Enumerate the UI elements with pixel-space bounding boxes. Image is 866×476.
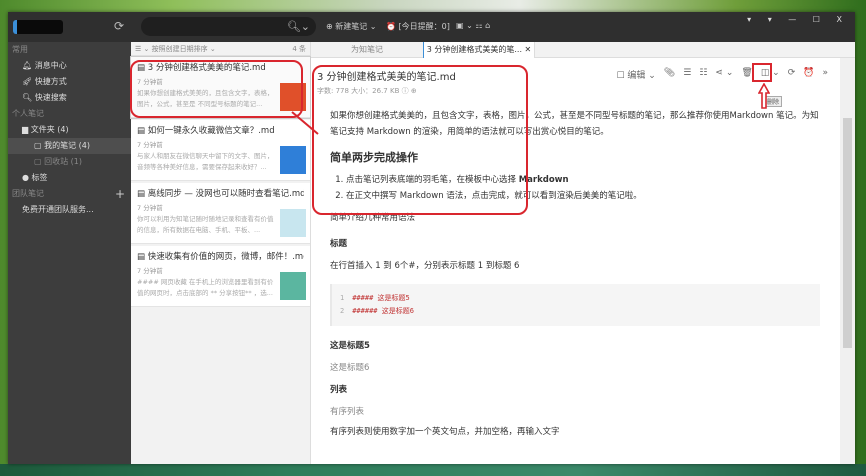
note-thumbnail [280, 209, 306, 237]
up-arrow-icon [758, 83, 770, 109]
sidebar-item-quick-search[interactable]: 🔍︎ 快速搜索 [8, 90, 131, 106]
note-toolbar: ☐ 编辑 ⌄ 📎︎ ☰ ☷ ⋖ ⌄ 🗑︎ ◫ ⌄ ⟳ ⏰ » [616, 68, 828, 81]
desktop-taskbar-area [0, 464, 866, 476]
code-block: 1 ##### 这是标题5 2 ###### 这是标题6 [330, 284, 820, 326]
annotation-line [291, 111, 319, 135]
sidebar-item-my-notes[interactable]: ▢ 我的笔记 (4) [8, 138, 131, 154]
search-input[interactable]: 🔍︎⌄ [141, 17, 316, 36]
tab-wiz-notes[interactable]: 为知笔记 [311, 42, 423, 58]
heading-6-sample: 这是标题6 [330, 363, 370, 373]
section-common: 常用 [12, 45, 28, 54]
tab-current-note[interactable]: 3 分钟创建格式美美的笔... ✕ [423, 42, 535, 58]
highlight-note-content [312, 65, 528, 215]
heading-5-sample: 这是标题5 [330, 341, 370, 351]
code-text: ###### 这是标题6 [352, 307, 414, 315]
reminder-icon[interactable]: ⏰ [803, 68, 814, 81]
note-count: 4 条 [292, 45, 306, 53]
more-icon[interactable]: » [822, 68, 828, 81]
tab-bar: 为知笔记 3 分钟创建格式美美的笔... ✕ [311, 42, 855, 58]
section-team: 团队笔记 + [8, 186, 131, 202]
highlight-delete [752, 63, 772, 82]
note-item-time: 7 分钟前 [137, 141, 163, 149]
note-item-time: 7 分钟前 [137, 267, 163, 275]
heading-desc: 在行首插入 1 到 6个#，分别表示标题 1 到标题 6 [330, 261, 520, 271]
highlight-note-item [130, 60, 303, 118]
code-line: 1 ##### 这是标题5 [340, 292, 820, 305]
edit-button[interactable]: ☐ 编辑 ⌄ [616, 68, 655, 81]
sync-note-icon[interactable]: ⟳ [788, 68, 796, 81]
heading-list: 列表 [330, 385, 348, 395]
share-icon[interactable]: ⋖ ⌄ [715, 68, 733, 81]
search-icon: 🔍︎⌄ [286, 20, 310, 33]
sidebar-item-messages[interactable]: 🔔︎ 消息中心 [8, 58, 131, 74]
ordered-list-desc: 有序列表则使用数字加一个英文句点，并加空格，再输入文字 [330, 427, 560, 437]
sort-dropdown[interactable]: ☰ ⌄ 按照创建日期排序 ⌄ [135, 45, 216, 53]
sidebar-item-folders[interactable]: ▆ 文件夹 (4) [8, 122, 131, 138]
note-thumbnail [280, 272, 306, 300]
note-item-time: 7 分钟前 [137, 204, 163, 212]
scrollbar[interactable] [840, 58, 855, 464]
note-list-header: ☰ ⌄ 按照创建日期排序 ⌄ 4 条 [131, 42, 310, 56]
note-item-snippet: #### 网页收藏 在手机上的浏览器里看到有价值的网页时，点击底部的 ** 分享… [137, 278, 274, 297]
today-reminder-button[interactable]: ⏰ [今日提醒：0] [386, 21, 450, 32]
section-personal: 个人笔记 [12, 109, 44, 118]
ordered-list-label: 有序列表 [330, 407, 365, 417]
scrollbar-thumb[interactable] [843, 118, 852, 348]
section-team-label: 团队笔记 [12, 189, 44, 198]
line-number: 2 [340, 307, 345, 315]
sidebar-item-trash[interactable]: ▢ 回收站 (1) [8, 154, 131, 170]
sidebar: 常用 🔔︎ 消息中心 🚀︎ 快捷方式 🔍︎ 快速搜索 个人笔记 ▆ 文件夹 (4… [8, 42, 131, 464]
sync-icon[interactable]: ⟳ [114, 19, 124, 33]
code-text: ##### 这是标题5 [352, 294, 410, 302]
comment-icon[interactable]: ☰ [683, 68, 691, 81]
window-controls[interactable]: ▾ ▾ — ☐ X [747, 15, 849, 24]
history-icon[interactable]: ☷ [699, 68, 707, 81]
heading-title: 标题 [330, 239, 348, 249]
title-bar: ⟳ 🔍︎⌄ ⊕ 新建笔记 ⌄ ⏰ [今日提醒：0] ▣ ⌄ ⚏ ⌂ ▾ ▾ — … [8, 12, 855, 42]
sidebar-item-shortcuts[interactable]: 🚀︎ 快捷方式 [8, 74, 131, 90]
line-number: 1 [340, 294, 345, 302]
team-service-link[interactable]: 免费开通团队服务... [8, 202, 131, 218]
note-item-title: ▤ 快速收集有价值的网页，微博，邮件！.md [137, 252, 304, 262]
note-item-snippet: 与家人和朋友在微信聊天中留下的文字、图片，音频等各种美好信息，需要保存起来收好？… [137, 152, 274, 171]
add-team-button[interactable]: + [115, 186, 125, 202]
note-item-title: ▤ 离线同步 — 没网也可以随时查看笔记.md [137, 189, 304, 199]
new-note-button[interactable]: ⊕ 新建笔记 ⌄ [326, 21, 377, 32]
note-list-item[interactable]: ▤ 离线同步 — 没网也可以随时查看笔记.md 7 分钟前 你可以利用为知笔记随… [131, 183, 310, 244]
sidebar-item-tags[interactable]: ● 标签 [8, 170, 131, 186]
note-list-item[interactable]: ▤ 快速收集有价值的网页，微博，邮件！.md 7 分钟前 #### 网页收藏 在… [131, 246, 310, 307]
note-thumbnail [280, 146, 306, 174]
note-list-item[interactable]: ▤ 如何一键永久收藏微信文章？.md 7 分钟前 与家人和朋友在微信聊天中留下的… [131, 120, 310, 181]
note-item-snippet: 你可以利用为知笔记随时随地记录和查看有价值的信息，所有数据在电脑、手机、平板、.… [137, 215, 274, 234]
code-line: 2 ###### 这是标题6 [340, 305, 820, 318]
attachment-icon[interactable]: 📎︎ [664, 68, 675, 81]
view-buttons[interactable]: ▣ ⌄ ⚏ ⌂ [456, 21, 490, 30]
app-logo [13, 20, 63, 34]
note-item-title: ▤ 如何一键永久收藏微信文章？.md [137, 126, 275, 136]
